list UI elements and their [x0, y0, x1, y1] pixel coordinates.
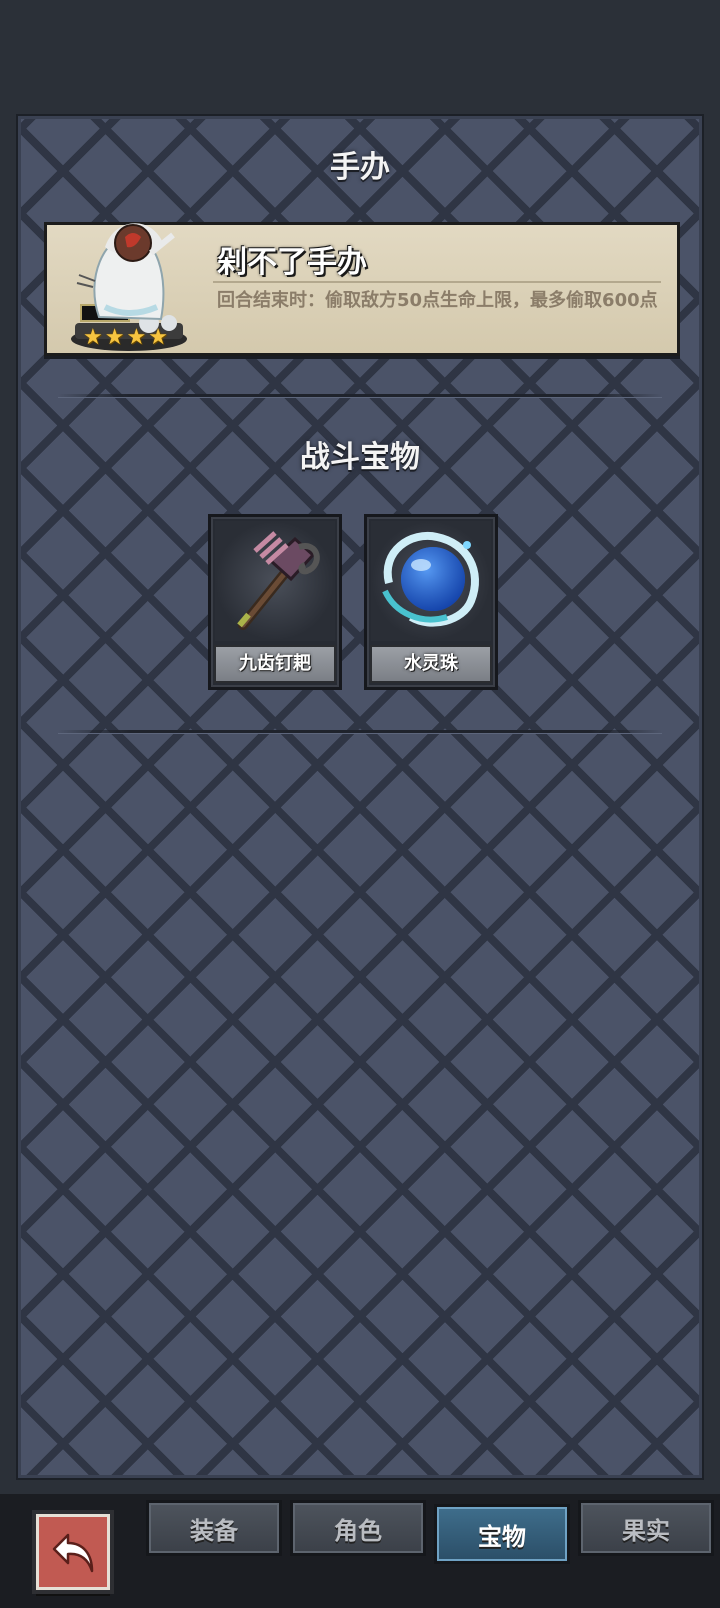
figure-name: 剁不了手办: [217, 245, 367, 280]
star-icon: ★: [148, 325, 168, 350]
treasure-name: 九齿钉耙: [214, 645, 336, 683]
section-divider: [58, 394, 662, 397]
figure-card[interactable]: ★ ★ ★ ★ 剁不了手办 回合结束时：偷取敌方50点生命上限，最多偷取600点: [44, 222, 680, 356]
figure-section-title: 手办: [330, 150, 390, 185]
treasure-slot-water-orb[interactable]: 水灵珠: [364, 514, 498, 690]
tab-character[interactable]: 角色: [290, 1500, 426, 1556]
star-icon: ★: [126, 325, 147, 350]
card-divider: [213, 281, 661, 283]
star-rating: ★ ★ ★ ★: [83, 327, 168, 349]
treasure-slot-rake[interactable]: 九齿钉耙: [208, 514, 342, 690]
water-orb-icon: [371, 521, 491, 641]
tab-fruit[interactable]: 果实: [578, 1500, 714, 1556]
tab-equipment[interactable]: 装备: [146, 1500, 282, 1556]
figure-description: 回合结束时：偷取敌方50点生命上限，最多偷取600点: [217, 290, 658, 311]
star-icon: ★: [104, 325, 125, 350]
treasure-name: 水灵珠: [370, 645, 492, 683]
back-button[interactable]: [36, 1514, 110, 1590]
main-panel: 手办 ★ ★ ★ ★ 剁不了手办 回合结束时：偷取敌方50点生命上限，最多偷取6…: [16, 114, 704, 1480]
treasure-section-title: 战斗宝物: [300, 440, 420, 475]
tab-treasure[interactable]: 宝物: [434, 1504, 570, 1564]
rake-icon: [215, 521, 335, 641]
bottom-tab-bar: 装备 角色 宝物 果实: [0, 1494, 720, 1608]
section-divider: [58, 730, 662, 733]
star-icon: ★: [83, 325, 103, 350]
back-arrow-icon: [52, 1533, 94, 1573]
